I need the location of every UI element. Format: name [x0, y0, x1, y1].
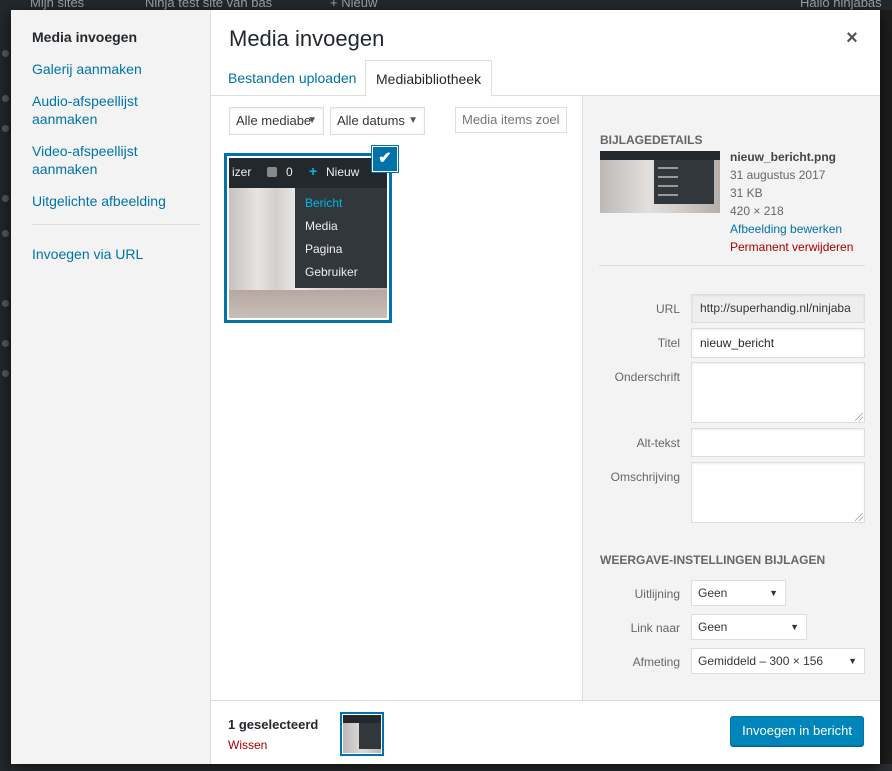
admin-menu-icon	[2, 195, 9, 202]
url-field[interactable]: http://superhandig.nl/ninjaba	[691, 294, 865, 323]
date-filter-value: Alle datums	[337, 113, 405, 128]
admin-bar-greeting: Hallo ninjabas	[800, 0, 882, 10]
menu-item-video-playlist[interactable]: Video-afspeellijst aanmaken	[11, 142, 210, 178]
admin-menu-icon	[2, 50, 9, 57]
tab-media-library[interactable]: Mediabibliotheek	[365, 60, 493, 97]
title-field[interactable]: nieuw_bericht	[691, 328, 865, 358]
page-behind-modal	[11, 764, 892, 771]
admin-menu-icon	[2, 340, 9, 347]
attachment-preview-image: izer 0 + Nieuw Bericht Media Pagina Gebr…	[229, 158, 387, 318]
edit-image-link[interactable]: Afbeelding bewerken	[730, 220, 870, 238]
preview-menu-item: Bericht	[305, 196, 343, 210]
admin-menu-icon	[2, 370, 9, 377]
admin-menu-icon	[2, 300, 9, 307]
link-to-label: Link naar	[630, 621, 680, 635]
chevron-down-icon: ▼	[848, 656, 857, 666]
chevron-down-icon: ▼	[408, 115, 418, 126]
media-type-filter[interactable]: Alle mediabe ▼	[229, 107, 324, 135]
admin-sidebar-edge	[0, 10, 11, 771]
insert-into-post-button[interactable]: Invoegen in bericht	[730, 716, 864, 746]
display-settings-heading: Weergave-instellingen bijlagen	[600, 553, 826, 567]
url-label: URL	[655, 302, 680, 316]
alignment-value: Geen	[698, 586, 728, 600]
preview-menu-item: Media	[305, 219, 338, 233]
selected-attachment-mini[interactable]	[340, 712, 384, 756]
admin-bar: Mijn sites Ninja test site van bas + Nie…	[0, 0, 892, 10]
admin-menu-icon	[2, 230, 9, 237]
resize-handle-icon[interactable]	[855, 413, 863, 421]
preview-background	[229, 290, 387, 318]
mini-thumb-menu	[359, 723, 381, 749]
menu-item-insert-from-url[interactable]: Invoegen via URL	[11, 245, 210, 263]
admin-menu-icon	[2, 125, 9, 132]
admin-bar-sites: Mijn sites	[30, 0, 85, 10]
checkmark-icon[interactable]: ✔	[372, 146, 398, 172]
menu-item-audio-playlist[interactable]: Audio-afspeellijst aanmaken	[11, 92, 210, 128]
preview-admin-bar: izer 0 + Nieuw	[229, 158, 387, 188]
menu-separator	[32, 224, 200, 225]
modal-title: Media invoegen	[229, 26, 385, 51]
alt-text-field[interactable]	[691, 428, 865, 457]
close-icon[interactable]: ×	[840, 26, 864, 50]
admin-menu-icon	[2, 95, 9, 102]
media-menu: Media invoegen Galerij aanmaken Audio-af…	[11, 10, 211, 764]
menu-item-insert-media[interactable]: Media invoegen	[11, 28, 210, 46]
attachment-thumbnail[interactable]: izer 0 + Nieuw Bericht Media Pagina Gebr…	[224, 153, 392, 323]
title-label: Titel	[657, 336, 680, 350]
upload-date: 31 augustus 2017	[730, 168, 826, 182]
file-size: 31 KB	[730, 186, 763, 200]
date-filter[interactable]: Alle datums ▼	[330, 107, 425, 135]
link-to-value: Geen	[698, 620, 728, 634]
size-select[interactable]: Gemiddeld – 300 × 156 ▼	[691, 648, 865, 674]
selection-count: 1 geselecteerd	[228, 717, 319, 732]
caption-textarea[interactable]	[691, 362, 865, 423]
description-textarea[interactable]	[691, 462, 865, 523]
attachment-details-sidebar: Bijlagedetails nieuw_bericht.png 31 augu…	[582, 96, 880, 700]
file-name: nieuw_bericht.png	[730, 150, 837, 164]
search-input[interactable]: Media items zoel	[455, 107, 567, 133]
alt-text-label: Alt-tekst	[636, 436, 680, 450]
chevron-down-icon: ▼	[307, 115, 317, 126]
media-toolbar: 1 geselecteerd Wissen Invoegen in berich…	[211, 700, 880, 764]
preview-new-dropdown: Bericht Media Pagina Gebruiker	[295, 188, 387, 288]
chevron-down-icon: ▼	[769, 588, 778, 598]
details-thumbnail	[600, 151, 720, 213]
preview-bar-text: izer	[232, 165, 252, 179]
router-tabs: Bestanden uploaden Mediabibliotheek	[211, 60, 880, 97]
delete-permanently-link[interactable]: Permanent verwijderen	[730, 238, 870, 256]
menu-item-featured-image[interactable]: Uitgelichte afbeelding	[11, 192, 210, 210]
chevron-down-icon: ▼	[790, 622, 799, 632]
resize-handle-icon[interactable]	[855, 513, 863, 521]
link-to-select[interactable]: Geen ▼	[691, 614, 807, 640]
preview-new-label: Nieuw	[326, 165, 360, 179]
details-divider	[599, 265, 865, 266]
media-modal: Media invoegen Galerij aanmaken Audio-af…	[11, 10, 880, 764]
size-label: Afmeting	[632, 655, 680, 669]
preview-menu-item: Pagina	[305, 242, 343, 256]
attachment-info: nieuw_bericht.png 31 augustus 2017 31 KB…	[730, 148, 870, 256]
details-thumb-menu	[654, 160, 714, 204]
alignment-label: Uitlijning	[634, 587, 680, 601]
admin-bar-new: + Nieuw	[330, 0, 378, 10]
menu-item-create-gallery[interactable]: Galerij aanmaken	[11, 60, 210, 78]
attachment-details-heading: Bijlagedetails	[600, 133, 703, 147]
caption-label: Onderschrift	[614, 370, 680, 384]
details-thumb-bar	[600, 151, 720, 160]
size-value: Gemiddeld – 300 × 156	[698, 654, 824, 668]
mini-thumb-bar	[343, 715, 381, 723]
tab-upload-files[interactable]: Bestanden uploaden	[218, 60, 366, 96]
media-type-filter-value: Alle mediabe	[236, 113, 312, 128]
preview-menu-item: Gebruiker	[305, 265, 358, 279]
image-dimensions: 420 × 218	[730, 204, 784, 218]
clear-selection-link[interactable]: Wissen	[228, 738, 267, 752]
preview-comment-count: 0	[286, 165, 293, 179]
comment-icon	[267, 167, 277, 177]
description-label: Omschrijving	[610, 470, 680, 484]
admin-bar-site-name: Ninja test site van bas	[145, 0, 273, 10]
alignment-select[interactable]: Geen ▼	[691, 580, 786, 606]
plus-icon: +	[309, 163, 318, 179]
